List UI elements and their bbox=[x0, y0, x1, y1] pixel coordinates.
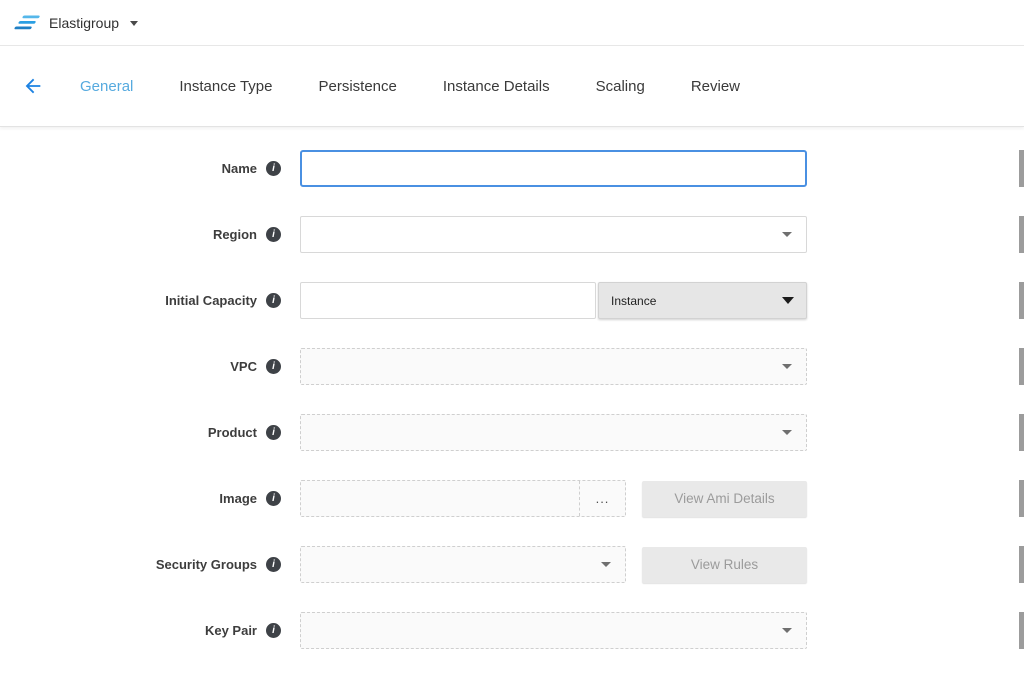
image-label: Image bbox=[219, 491, 257, 506]
clipped-field-edge bbox=[1019, 150, 1024, 187]
form-row-name: Name i bbox=[0, 150, 1024, 187]
clipped-field-edge bbox=[1019, 282, 1024, 319]
clipped-field-edge bbox=[1019, 546, 1024, 583]
product-label: Product bbox=[208, 425, 257, 440]
view-rules-button[interactable]: View Rules bbox=[642, 547, 807, 583]
capacity-unit-select[interactable]: Instance bbox=[598, 282, 807, 319]
key-pair-select[interactable] bbox=[300, 612, 807, 649]
initial-capacity-input[interactable] bbox=[300, 282, 596, 319]
region-label: Region bbox=[213, 227, 257, 242]
image-browse-button[interactable]: ... bbox=[579, 481, 625, 516]
chevron-down-icon bbox=[782, 430, 792, 435]
product-info-icon[interactable]: i bbox=[266, 425, 281, 440]
region-info-icon[interactable]: i bbox=[266, 227, 281, 242]
chevron-down-icon bbox=[601, 562, 611, 567]
general-settings-form: Name i Region i Initial Capacity i bbox=[0, 127, 1024, 649]
initial-capacity-info-icon[interactable]: i bbox=[266, 293, 281, 308]
form-row-vpc: VPC i bbox=[0, 348, 1024, 385]
elastigroup-logo-icon bbox=[14, 13, 40, 33]
tab-general[interactable]: General bbox=[80, 78, 133, 95]
clipped-field-edge bbox=[1019, 414, 1024, 451]
capacity-unit-value: Instance bbox=[611, 294, 656, 308]
form-row-product: Product i bbox=[0, 414, 1024, 451]
vpc-info-icon[interactable]: i bbox=[266, 359, 281, 374]
key-pair-info-icon[interactable]: i bbox=[266, 623, 281, 638]
key-pair-label: Key Pair bbox=[205, 623, 257, 638]
clipped-field-edge bbox=[1019, 480, 1024, 517]
image-input[interactable] bbox=[301, 481, 579, 516]
security-groups-select[interactable] bbox=[300, 546, 626, 583]
back-arrow-icon[interactable] bbox=[20, 73, 46, 99]
image-info-icon[interactable]: i bbox=[266, 491, 281, 506]
product-select[interactable] bbox=[300, 414, 807, 451]
chevron-down-icon bbox=[130, 21, 138, 26]
form-row-security-groups: Security Groups i View Rules bbox=[0, 546, 1024, 583]
name-input[interactable] bbox=[300, 150, 807, 187]
app-name: Elastigroup bbox=[49, 15, 119, 31]
chevron-down-icon bbox=[782, 364, 792, 369]
tab-scaling[interactable]: Scaling bbox=[596, 78, 645, 95]
clipped-field-edge bbox=[1019, 612, 1024, 649]
tab-instance-details[interactable]: Instance Details bbox=[443, 78, 550, 95]
region-select[interactable] bbox=[300, 216, 807, 253]
security-groups-info-icon[interactable]: i bbox=[266, 557, 281, 572]
image-input-group: ... bbox=[300, 480, 626, 517]
top-bar: Elastigroup bbox=[0, 0, 1024, 46]
name-label: Name bbox=[222, 161, 257, 176]
name-info-icon[interactable]: i bbox=[266, 161, 281, 176]
form-row-region: Region i bbox=[0, 216, 1024, 253]
chevron-down-icon bbox=[782, 628, 792, 633]
initial-capacity-label: Initial Capacity bbox=[165, 293, 257, 308]
clipped-field-edge bbox=[1019, 216, 1024, 253]
view-ami-details-button[interactable]: View Ami Details bbox=[642, 481, 807, 517]
clipped-field-edge bbox=[1019, 348, 1024, 385]
form-row-key-pair: Key Pair i bbox=[0, 612, 1024, 649]
app-switcher[interactable]: Elastigroup bbox=[14, 13, 138, 33]
form-row-image: Image i ... View Ami Details bbox=[0, 480, 1024, 517]
vpc-label: VPC bbox=[230, 359, 257, 374]
chevron-down-icon bbox=[782, 297, 794, 304]
vpc-select[interactable] bbox=[300, 348, 807, 385]
tab-review[interactable]: Review bbox=[691, 78, 740, 95]
wizard-tab-bar: General Instance Type Persistence Instan… bbox=[0, 46, 1024, 127]
tab-instance-type[interactable]: Instance Type bbox=[179, 78, 272, 95]
security-groups-label: Security Groups bbox=[156, 557, 257, 572]
form-row-initial-capacity: Initial Capacity i Instance bbox=[0, 282, 1024, 319]
chevron-down-icon bbox=[782, 232, 792, 237]
tab-persistence[interactable]: Persistence bbox=[319, 78, 397, 95]
